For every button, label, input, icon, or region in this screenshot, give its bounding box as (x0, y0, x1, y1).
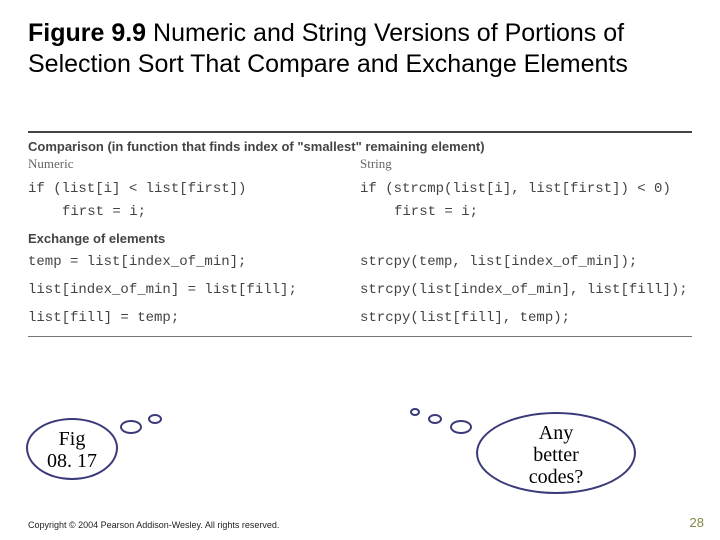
code-line: first = i; (360, 201, 692, 225)
code-line: temp = list[index_of_min]; (28, 248, 360, 276)
slide-title: Figure 9.9 Numeric and String Versions o… (28, 18, 692, 81)
string-label: String (360, 156, 692, 172)
callout-line: Fig (28, 428, 116, 450)
rule-bottom (28, 336, 692, 337)
callout-tail (410, 408, 420, 416)
code-line: first = i; (28, 201, 360, 225)
rule-top (28, 131, 692, 133)
section1-string-col: String if (strcmp(list[i], list[first]) … (360, 156, 692, 226)
section1-columns: Numeric if (list[i] < list[first]) first… (28, 156, 692, 226)
figure-number: Figure 9.9 (28, 19, 146, 47)
page-number: 28 (690, 515, 704, 530)
numeric-compare-code: if (list[i] < list[first]) first = i; (28, 178, 360, 226)
copyright-text: Copyright © 2004 Pearson Addison-Wesley.… (28, 520, 279, 530)
callout-tail (450, 420, 472, 434)
section2-heading: Exchange of elements (28, 231, 692, 246)
section2-columns: temp = list[index_of_min];list[index_of_… (28, 248, 692, 332)
code-line: list[fill] = temp; (28, 304, 360, 332)
code-line: if (strcmp(list[i], list[first]) < 0) (360, 181, 671, 197)
section2-numeric-col: temp = list[index_of_min];list[index_of_… (28, 248, 360, 332)
callout-fig-ref: Fig 08. 17 (26, 418, 118, 480)
code-line: list[index_of_min] = list[fill]; (28, 276, 360, 304)
code-line: strcpy(list[fill], temp); (360, 304, 692, 332)
string-exchange-code: strcpy(temp, list[index_of_min]);strcpy(… (360, 248, 692, 332)
numeric-exchange-code: temp = list[index_of_min];list[index_of_… (28, 248, 360, 332)
section1-numeric-col: Numeric if (list[i] < list[first]) first… (28, 156, 360, 226)
callout-tail (120, 420, 142, 434)
section1-heading: Comparison (in function that finds index… (28, 139, 692, 154)
callout-tail (148, 414, 162, 424)
callout-line: 08. 17 (28, 450, 116, 472)
numeric-label: Numeric (28, 156, 360, 172)
callout-tail (428, 414, 442, 424)
comparison-table: Comparison (in function that finds index… (28, 131, 692, 338)
callout-question: Any better codes? (476, 412, 636, 494)
code-line: strcpy(list[index_of_min], list[fill]); (360, 276, 692, 304)
slide: Figure 9.9 Numeric and String Versions o… (0, 0, 720, 540)
string-compare-code: if (strcmp(list[i], list[first]) < 0) fi… (360, 178, 692, 226)
callout-line: better (478, 444, 634, 466)
callout-line: codes? (478, 466, 634, 488)
code-line: if (list[i] < list[first]) (28, 181, 246, 197)
section2-string-col: strcpy(temp, list[index_of_min]);strcpy(… (360, 248, 692, 332)
code-line: strcpy(temp, list[index_of_min]); (360, 248, 692, 276)
callout-line: Any (478, 422, 634, 444)
